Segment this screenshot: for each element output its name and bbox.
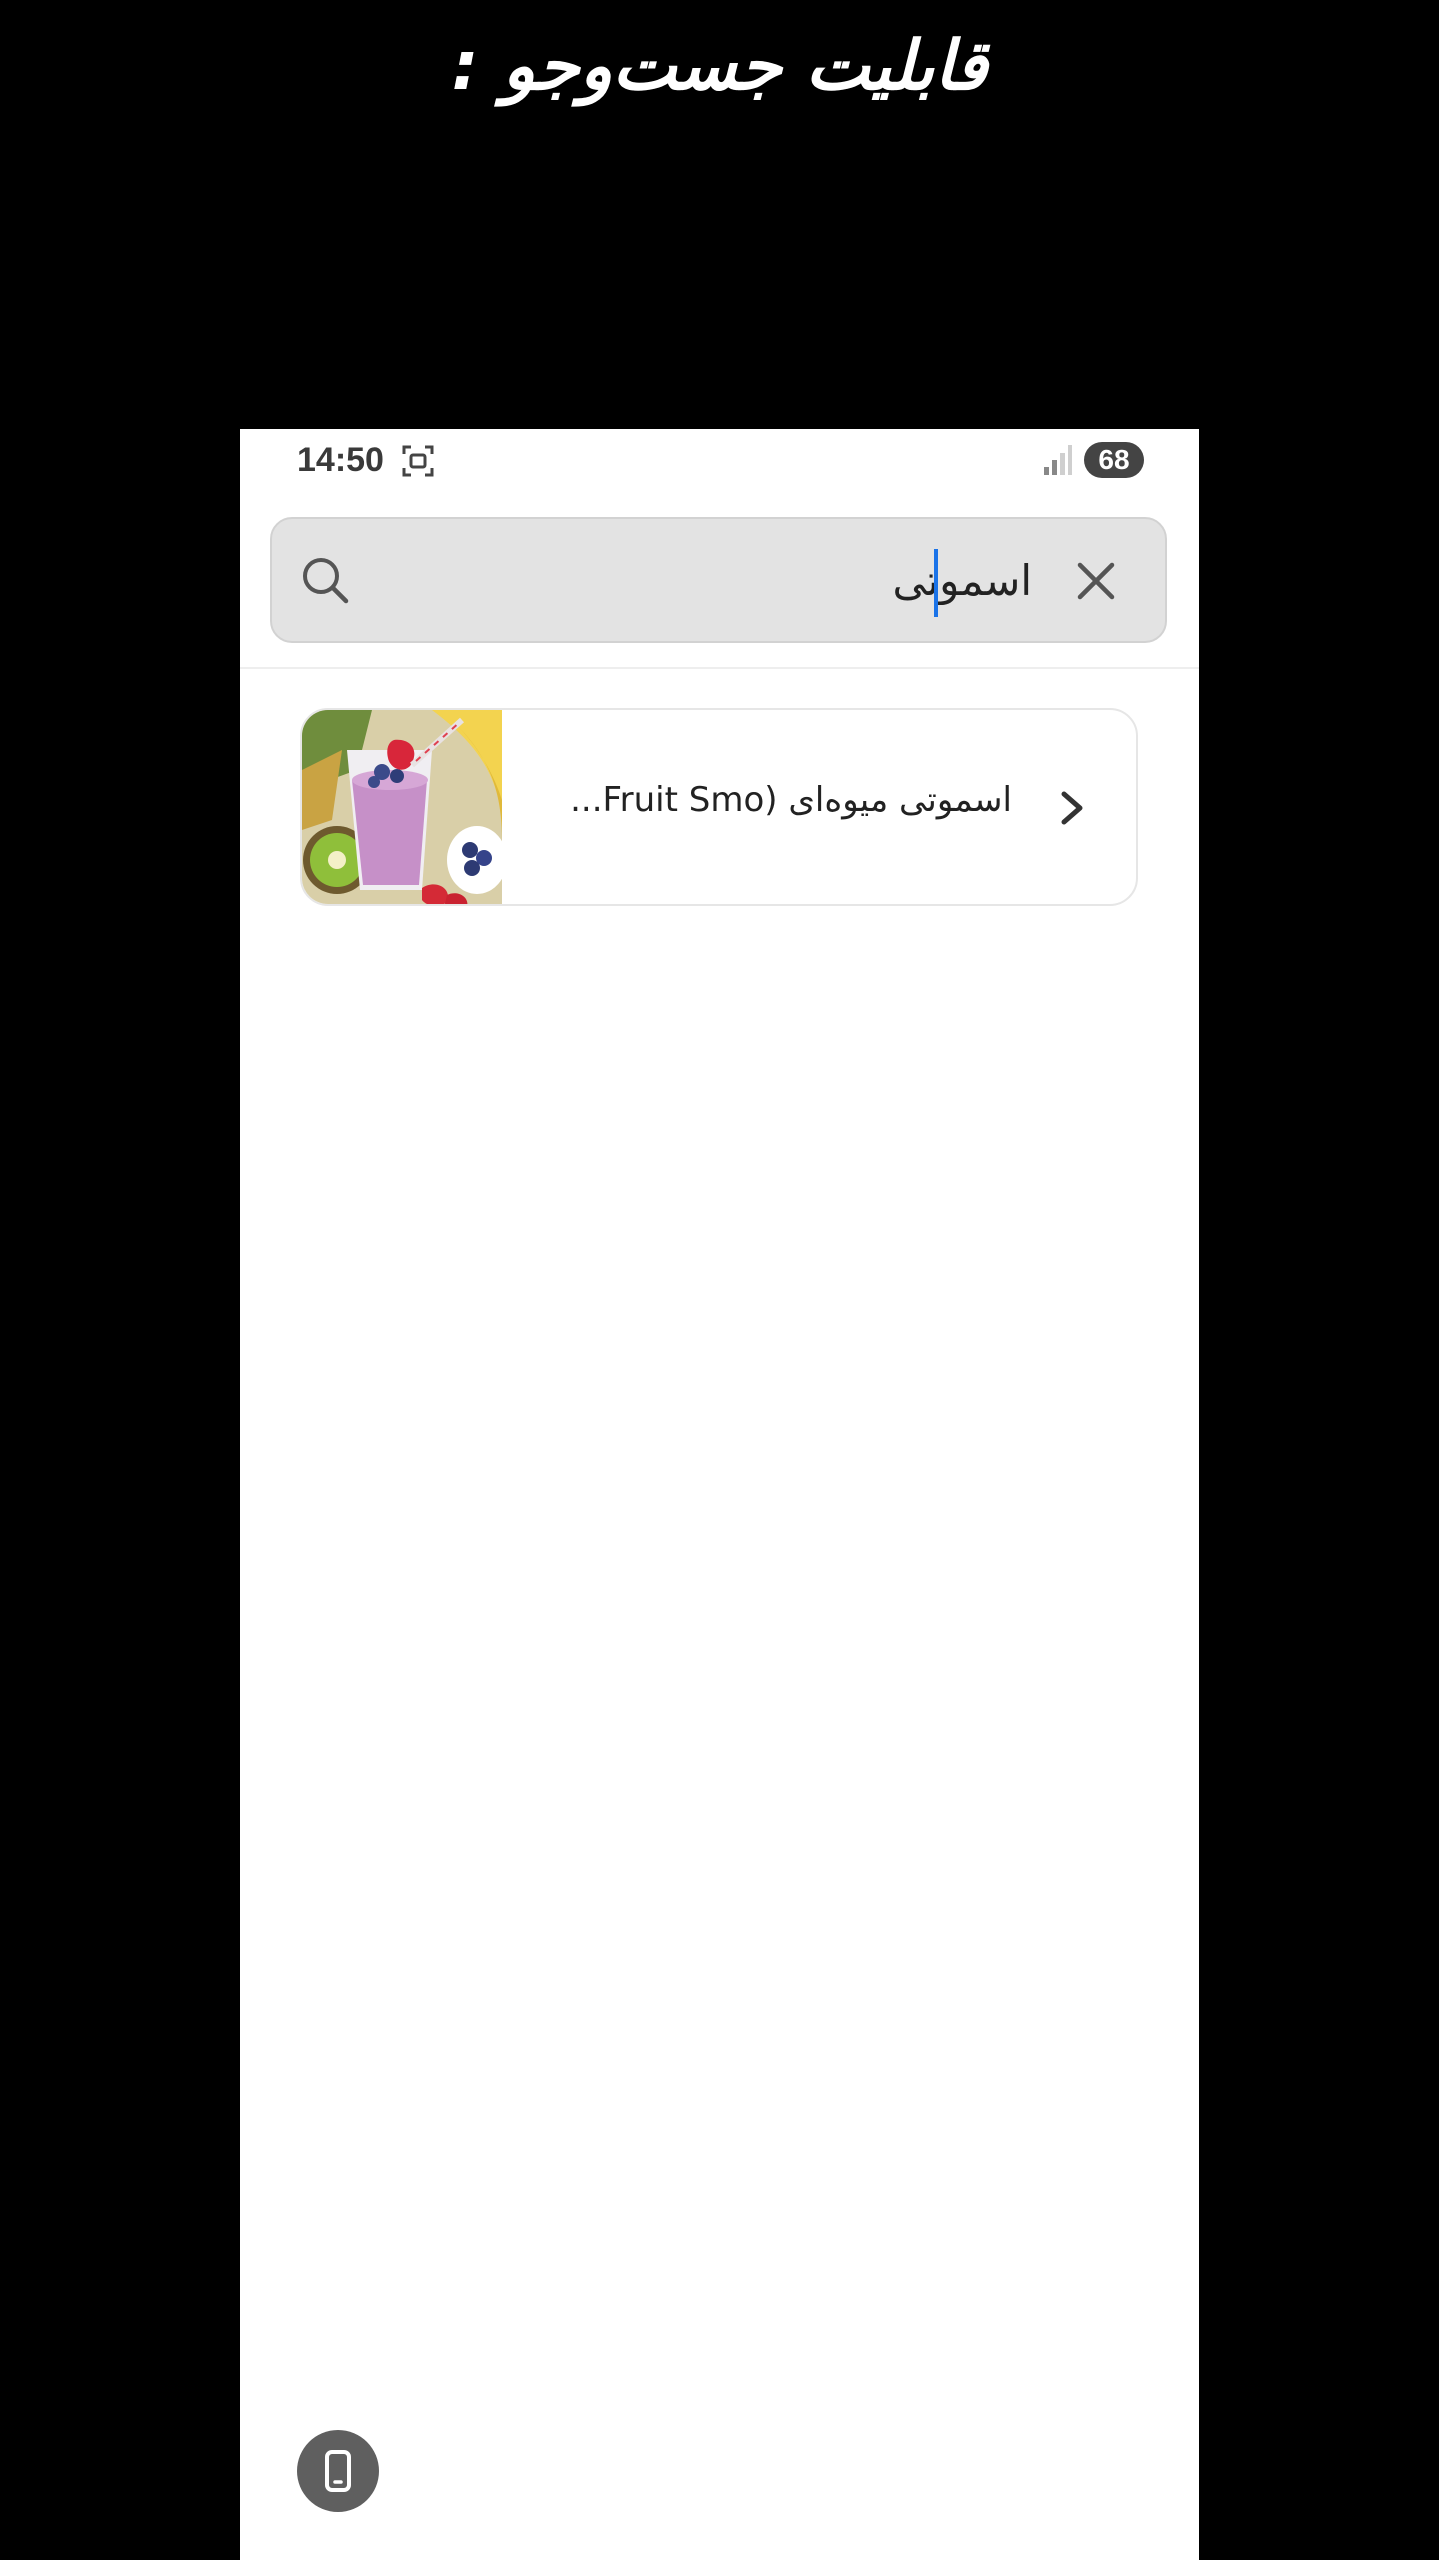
floating-phone-button[interactable] <box>297 2430 379 2512</box>
search-icon[interactable] <box>300 555 350 605</box>
battery-indicator: 68 <box>1084 442 1144 478</box>
status-time: 14:50 <box>297 441 384 479</box>
search-result-item[interactable]: اسموتی میوه‌ای (Fruit Smo... <box>300 708 1138 906</box>
chevron-right-icon[interactable] <box>1054 788 1090 828</box>
screenshot-frame-icon <box>402 445 434 477</box>
signal-bars-icon <box>1044 445 1072 475</box>
fruit-smoothie-image <box>302 710 502 904</box>
text-caret <box>934 549 938 617</box>
result-title: اسموتی میوه‌ای (Fruit Smo... <box>570 780 1012 820</box>
search-bar[interactable] <box>270 517 1167 643</box>
page-caption: قابلیت جست‌وجو : <box>451 27 988 106</box>
header-divider <box>240 667 1199 669</box>
phone-screen: 14:50 68 <box>240 429 1199 2560</box>
phone-icon <box>325 2450 351 2492</box>
close-icon[interactable] <box>1072 557 1120 605</box>
status-bar: 14:50 68 <box>240 429 1199 499</box>
